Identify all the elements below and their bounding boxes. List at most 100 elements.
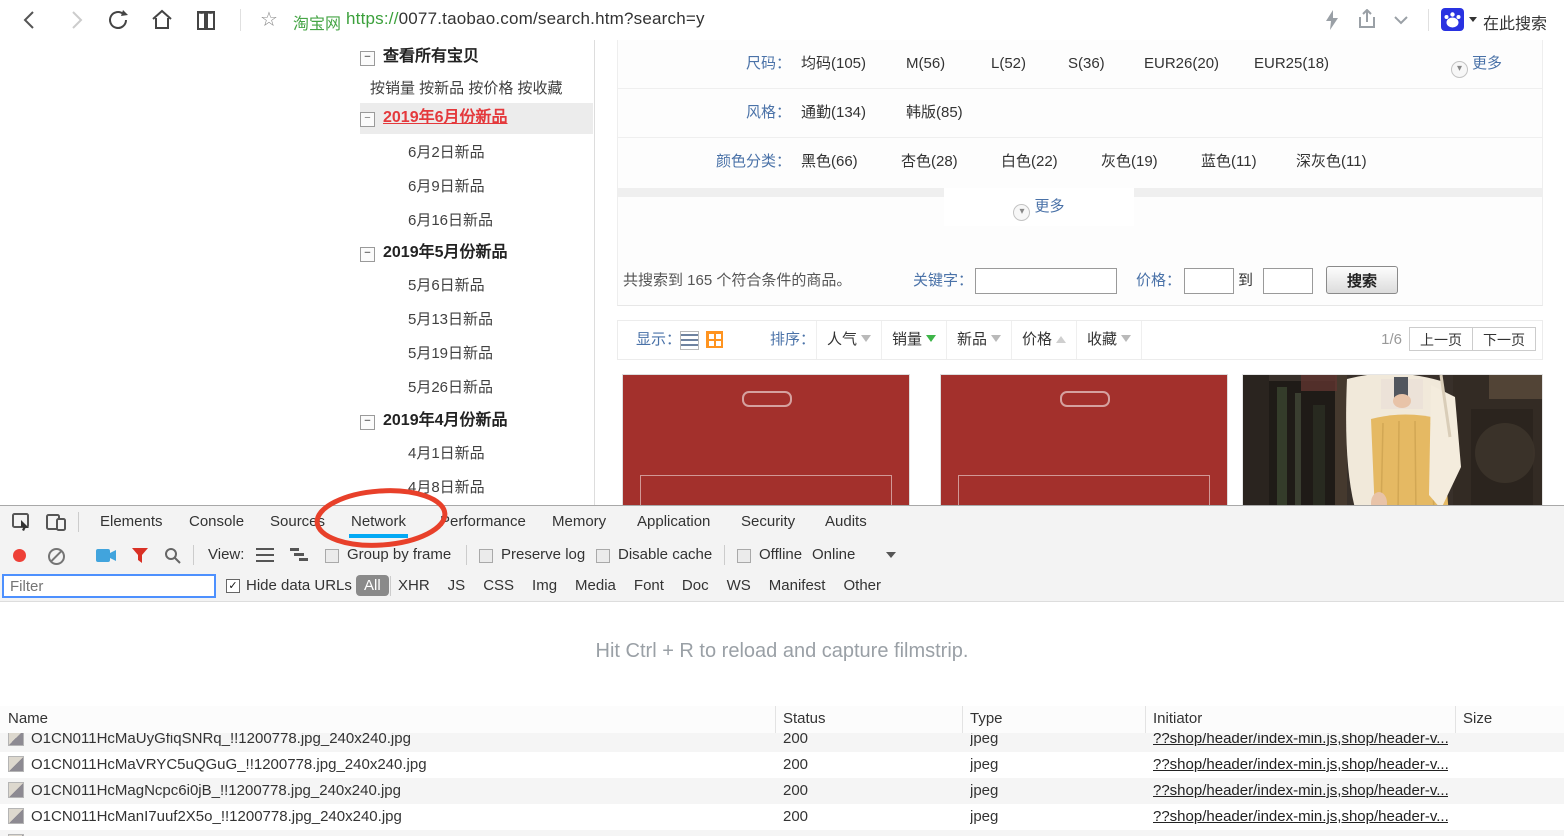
clear-button[interactable]: [48, 548, 65, 565]
collapse-icon[interactable]: −: [360, 51, 375, 66]
network-request-row[interactable]: O1CN011HcMaUyGfiqSNRq_!!1200778.jpg_240x…: [0, 733, 1564, 752]
request-initiator-link[interactable]: ??shop/header/index-min.js,shop/header-v…: [1153, 733, 1448, 752]
sidebar-item[interactable]: 4月8日新品: [408, 475, 642, 501]
more-sizes-link[interactable]: ▾更多: [1451, 40, 1502, 88]
preserve-log-checkbox[interactable]: [479, 549, 493, 563]
request-initiator-link[interactable]: ??shop/header/index-min.js,shop/header-v…: [1153, 778, 1448, 804]
product-card-placeholder[interactable]: [622, 374, 910, 505]
sort-newest[interactable]: 新品: [946, 321, 1011, 359]
filter-option[interactable]: EUR25(18): [1254, 40, 1329, 88]
column-name[interactable]: Name: [8, 706, 48, 732]
sidebar-view-all[interactable]: −查看所有宝贝: [360, 44, 594, 72]
network-request-row[interactable]: O1CN011HcMaVRYC5uQGuG_!!1200778.jpg_240x…: [0, 752, 1564, 778]
sort-sales[interactable]: 销量: [881, 321, 946, 359]
expand-more-filters-button[interactable]: ▾更多: [944, 188, 1134, 226]
offline-label[interactable]: Offline: [759, 539, 802, 571]
sort-price[interactable]: 价格: [1011, 321, 1076, 359]
keyword-input[interactable]: [975, 268, 1117, 294]
share-icon[interactable]: [1356, 9, 1378, 31]
grid-view-icon[interactable]: [706, 331, 723, 348]
column-size[interactable]: Size: [1463, 706, 1492, 732]
collapse-icon[interactable]: −: [360, 415, 375, 430]
tab-elements[interactable]: Elements: [100, 506, 163, 538]
filter-option[interactable]: 均码(105): [801, 40, 866, 88]
sidebar-item[interactable]: 4月1日新品: [408, 441, 642, 467]
sidebar-item[interactable]: 6月9日新品: [408, 174, 642, 200]
filter-option[interactable]: 杏色(28): [901, 138, 958, 186]
filter-option[interactable]: S(36): [1068, 40, 1105, 88]
filter-option[interactable]: 黑色(66): [801, 138, 858, 186]
product-card-photo[interactable]: [1242, 374, 1543, 505]
network-filter-input[interactable]: [2, 574, 216, 598]
inspect-element-icon[interactable]: [12, 513, 32, 531]
sidebar-item[interactable]: 5月26日新品: [408, 375, 642, 401]
search-here-label[interactable]: 在此搜索: [1483, 10, 1547, 34]
filter-option[interactable]: M(56): [906, 40, 945, 88]
filter-option[interactable]: L(52): [991, 40, 1026, 88]
offline-checkbox[interactable]: [737, 549, 751, 563]
view-waterfall-icon[interactable]: [290, 548, 308, 562]
site-name-label[interactable]: 淘宝网: [293, 10, 341, 34]
column-status[interactable]: Status: [783, 706, 826, 732]
home-icon[interactable]: [150, 8, 174, 32]
search-button[interactable]: 搜索: [1326, 266, 1398, 294]
sort-popularity[interactable]: 人气: [816, 321, 881, 359]
filter-option[interactable]: EUR26(20): [1144, 40, 1219, 88]
price-min-input[interactable]: [1184, 268, 1234, 294]
column-type[interactable]: Type: [970, 706, 1003, 732]
sidebar-item[interactable]: 5月6日新品: [408, 273, 642, 299]
bookmarks-icon[interactable]: [194, 8, 218, 32]
sidebar-item[interactable]: 6月16日新品: [408, 208, 642, 234]
network-request-row[interactable]: O1CN011HcMagNcpc6i0jB_!!1200778.jpg_240x…: [0, 778, 1564, 804]
throttling-select[interactable]: Online: [812, 539, 855, 571]
tab-performance[interactable]: Performance: [440, 506, 526, 538]
sidebar-group-may[interactable]: −2019年5月份新品: [360, 240, 594, 266]
back-icon[interactable]: [18, 8, 42, 32]
hide-data-urls-label[interactable]: Hide data URLs: [246, 571, 352, 601]
view-list-icon[interactable]: [256, 548, 274, 562]
tab-sources[interactable]: Sources: [270, 506, 325, 538]
group-by-frame-label[interactable]: Group by frame: [347, 539, 451, 571]
disable-cache-checkbox[interactable]: [596, 549, 610, 563]
search-engine-dropdown-icon[interactable]: [1469, 17, 1477, 22]
request-initiator-link[interactable]: ??shop/header/index-min.js,shop/header-v…: [1153, 804, 1448, 830]
preserve-log-label[interactable]: Preserve log: [501, 539, 585, 571]
sidebar-group-june[interactable]: −2019年6月份新品: [360, 105, 594, 131]
type-filter-all[interactable]: All: [356, 575, 389, 596]
sort-favorites[interactable]: 收藏: [1076, 321, 1142, 359]
tab-audits[interactable]: Audits: [825, 506, 867, 538]
sidebar-sort-links[interactable]: 按销量 按新品 按价格 按收藏: [370, 76, 604, 102]
sidebar-item[interactable]: 5月13日新品: [408, 307, 642, 333]
disable-cache-label[interactable]: Disable cache: [618, 539, 712, 571]
type-filter-font[interactable]: Font: [634, 571, 664, 601]
type-filter-js[interactable]: JS: [448, 571, 466, 601]
network-request-row[interactable]: O1CN011HcManI7uuf2X5o_!!1200778.jpg_240x…: [0, 804, 1564, 830]
sidebar-item[interactable]: 6月2日新品: [408, 140, 642, 166]
collapse-icon[interactable]: −: [360, 112, 375, 127]
tab-application[interactable]: Application: [637, 506, 710, 538]
sidebar-item[interactable]: 5月19日新品: [408, 341, 642, 367]
device-toolbar-icon[interactable]: [46, 513, 66, 531]
type-filter-media[interactable]: Media: [575, 571, 616, 601]
filter-option[interactable]: 蓝色(11): [1201, 138, 1257, 186]
column-initiator[interactable]: Initiator: [1153, 706, 1202, 732]
favorite-star-icon[interactable]: ☆: [260, 7, 278, 32]
tab-memory[interactable]: Memory: [552, 506, 606, 538]
type-filter-css[interactable]: CSS: [483, 571, 514, 601]
group-by-frame-checkbox[interactable]: [325, 549, 339, 563]
filter-option[interactable]: 韩版(85): [906, 89, 963, 137]
prev-page-button[interactable]: 上一页: [1409, 327, 1473, 351]
type-filter-ws[interactable]: WS: [727, 571, 751, 601]
tab-console[interactable]: Console: [189, 506, 244, 538]
sidebar-group-april[interactable]: −2019年4月份新品: [360, 408, 594, 434]
throttling-dropdown-icon[interactable]: [886, 552, 896, 558]
filter-option[interactable]: 深灰色(11): [1296, 138, 1367, 186]
filter-option[interactable]: 灰色(19): [1101, 138, 1158, 186]
request-initiator-link[interactable]: ??shop/header/index-min.js,shop/header-v…: [1153, 752, 1448, 778]
baidu-paw-icon[interactable]: [1441, 8, 1464, 31]
price-max-input[interactable]: [1263, 268, 1313, 294]
type-filter-other[interactable]: Other: [843, 571, 881, 601]
product-card-placeholder[interactable]: [940, 374, 1228, 505]
capture-screenshots-icon[interactable]: [96, 549, 116, 562]
list-view-icon[interactable]: [680, 331, 699, 350]
